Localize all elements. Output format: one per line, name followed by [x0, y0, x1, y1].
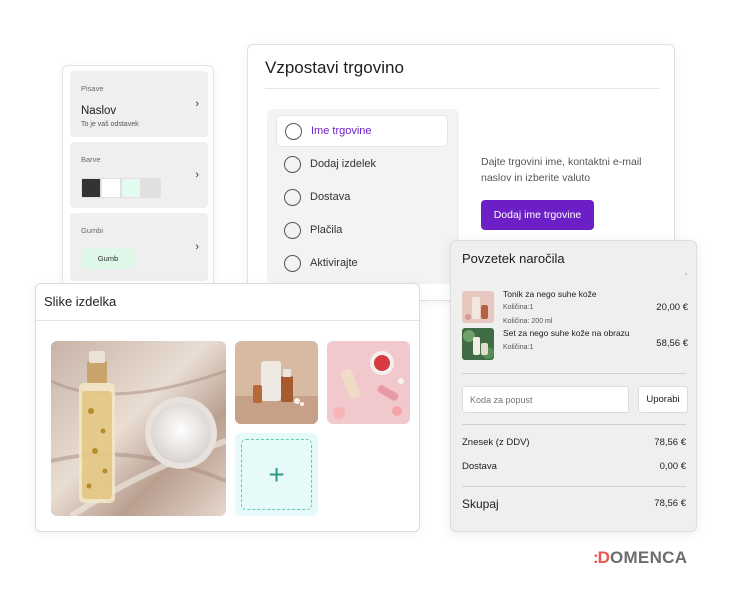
item-price: 58,56 € [656, 338, 688, 349]
step-store-name[interactable]: Ime trgovine [276, 115, 448, 147]
divider [265, 88, 660, 89]
order-item: Set za nego suhe kože na obrazu Količina… [462, 328, 688, 362]
color-swatch[interactable] [81, 178, 101, 198]
buttons-caption: Gumbi [81, 226, 104, 235]
color-swatch[interactable] [101, 178, 121, 198]
add-store-name-button[interactable]: Dodaj ime trgovine [481, 200, 594, 230]
chevron-right-icon[interactable]: › [195, 241, 199, 253]
toner-photo [462, 291, 494, 323]
plus-icon: + [268, 458, 285, 490]
chevron-right-icon[interactable]: › [195, 98, 199, 110]
color-swatches [81, 178, 161, 198]
color-swatch[interactable] [121, 178, 141, 198]
coupon-code-input[interactable] [462, 386, 629, 413]
font-heading-sample: Naslov [81, 105, 117, 117]
scroll-indicator: ▪ [685, 272, 688, 278]
order-item: Tonik za nego suhe kože Količina:1 Količ… [462, 289, 688, 325]
radio-circle-icon [284, 155, 301, 173]
cosmetics-photo [327, 341, 410, 424]
product-images-panel: Slike izdelka + [35, 283, 420, 532]
item-name: Set za nego suhe kože na obrazu [503, 328, 630, 338]
step-label: Dodaj izdelek [310, 158, 377, 170]
bottles-photo [235, 341, 318, 424]
item-quantity: Količina:1 [503, 304, 534, 311]
style-settings-panel: Pisave Naslov To je vaš odstavek › Barve… [62, 65, 214, 290]
setup-description: Dajte trgovini ime, kontaktni e-mail nas… [481, 156, 642, 184]
step-label: Ime trgovine [311, 125, 372, 137]
logo-wordmark: OMENCA [609, 548, 688, 567]
domenca-logo: :D OMENCA [593, 548, 687, 568]
radio-circle-icon [284, 221, 301, 239]
total-value: 78,56 € [654, 498, 686, 509]
shipping-label: Dostava [462, 461, 497, 472]
product-thumbnail [462, 291, 494, 323]
skincare-set-photo [462, 328, 494, 360]
add-image-button[interactable]: + [235, 433, 318, 516]
setup-steps: Ime trgovine Dodaj izdelek Dostava Plači… [267, 109, 459, 284]
color-style-card[interactable]: Barve › [70, 142, 208, 208]
product-image-bottles[interactable] [235, 341, 318, 424]
colors-caption: Barve [81, 155, 101, 164]
product-image-main[interactable] [51, 341, 226, 516]
apply-coupon-button[interactable]: Uporabi [638, 386, 688, 413]
radio-circle-icon [284, 254, 301, 272]
font-paragraph-sample: To je vaš odstavek [81, 121, 139, 128]
subtotal-label: Znesek (z DDV) [462, 437, 530, 448]
subtotal-value: 78,56 € [654, 437, 686, 448]
product-thumbnail [462, 328, 494, 360]
color-swatch[interactable] [141, 178, 161, 198]
item-price: 20,00 € [656, 302, 688, 313]
order-summary-panel: Povzetek naročila ▪ Tonik za nego suhe k… [450, 240, 697, 532]
step-label: Aktivirajte [310, 257, 358, 269]
step-shipping[interactable]: Dostava [276, 181, 448, 213]
logo-mark: :D [593, 548, 610, 567]
step-payments[interactable]: Plačila [276, 214, 448, 246]
divider [462, 373, 686, 374]
product-image-cosmetics[interactable] [327, 341, 410, 424]
item-size: Količina: 200 ml [503, 318, 553, 325]
sample-button[interactable]: Gumb [81, 248, 135, 269]
radio-circle-icon [285, 122, 302, 140]
serum-cream-photo [51, 341, 226, 516]
step-add-product[interactable]: Dodaj izdelek [276, 148, 448, 180]
divider [462, 424, 686, 425]
chevron-right-icon[interactable]: › [195, 169, 199, 181]
step-activate[interactable]: Aktivirajte [276, 247, 448, 279]
item-quantity: Količina:1 [503, 344, 534, 351]
button-style-card[interactable]: Gumbi Gumb › [70, 213, 208, 281]
step-label: Dostava [310, 191, 351, 203]
shipping-value: 0,00 € [659, 461, 686, 472]
step-label: Plačila [310, 224, 343, 236]
item-name: Tonik za nego suhe kože [503, 289, 597, 299]
images-title: Slike izdelka [44, 294, 117, 309]
summary-title: Povzetek naročila [462, 251, 565, 266]
divider [36, 320, 419, 321]
divider [462, 486, 686, 487]
font-style-card[interactable]: Pisave Naslov To je vaš odstavek › [70, 71, 208, 137]
fonts-caption: Pisave [81, 84, 104, 93]
radio-circle-icon [284, 188, 301, 206]
total-label: Skupaj [462, 497, 499, 511]
setup-title: Vzpostavi trgovino [265, 58, 404, 77]
